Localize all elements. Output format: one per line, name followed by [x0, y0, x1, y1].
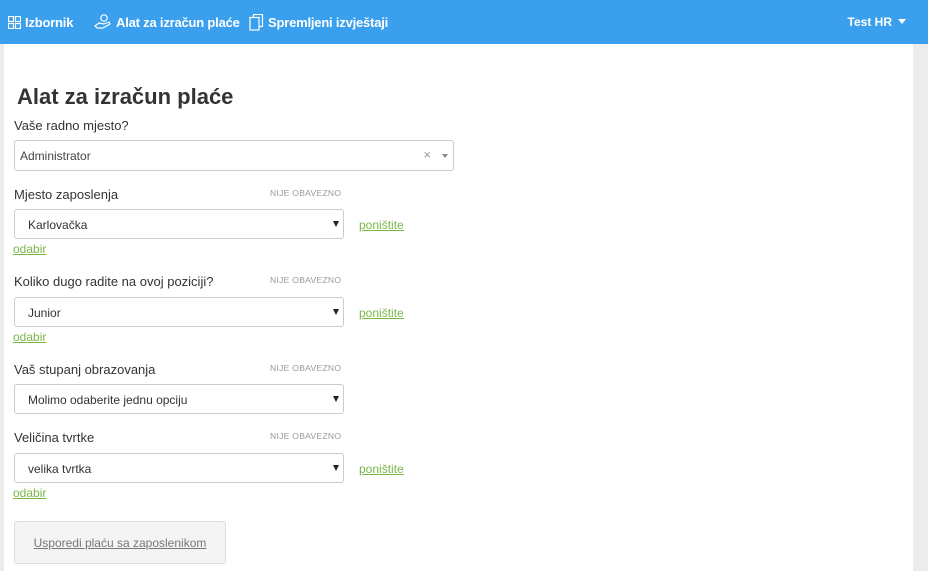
company-size-label: Veličina tvrtke [14, 430, 95, 445]
education-value: Molimo odaberite jednu opciju [28, 393, 188, 407]
user-menu[interactable]: Test HR [848, 0, 906, 44]
seniority-clear-link[interactable]: poništite [359, 306, 404, 320]
company-size-optional-note: NIJE OBAVEZNO [270, 431, 342, 441]
top-navbar: Izbornik Alat za izračun plaće Spremljen… [0, 0, 928, 44]
education-optional-note: NIJE OBAVEZNO [270, 363, 342, 373]
nav-calculator[interactable]: Alat za izračun plaće [94, 0, 240, 44]
nav-menu-label: Izbornik [25, 14, 74, 30]
nav-saved-reports[interactable]: Spremljeni izvještaji [249, 0, 388, 44]
documents-icon [249, 13, 264, 31]
seniority-select[interactable]: Junior [14, 297, 344, 327]
page-title: Alat za izračun plaće [17, 84, 234, 109]
location-value: Karlovačka [28, 218, 88, 232]
nav-saved-reports-label: Spremljeni izvještaji [268, 14, 389, 30]
chevron-down-icon [333, 309, 339, 315]
location-select[interactable]: Karlovačka [14, 209, 344, 239]
nav-menu[interactable]: Izbornik [8, 0, 73, 44]
seniority-value: Junior [28, 306, 61, 320]
clear-icon[interactable]: × [423, 148, 431, 162]
location-label: Mjesto zaposlenja [14, 187, 119, 202]
education-select[interactable]: Molimo odaberite jednu opciju [14, 384, 344, 414]
chevron-down-icon [442, 154, 448, 158]
company-size-value: velika tvrtka [28, 462, 92, 476]
seniority-optional-note: NIJE OBAVEZNO [270, 275, 342, 285]
grid-icon [8, 15, 21, 29]
seniority-selection-link[interactable]: odabir [13, 330, 46, 344]
education-label: Vaš stupanj obrazovanja [14, 362, 156, 377]
compare-salary-button[interactable]: Usporedi plaću sa zaposlenikom [14, 521, 226, 564]
seniority-label: Koliko dugo radite na ovoj poziciji? [14, 274, 214, 289]
location-clear-link[interactable]: poništite [359, 218, 404, 232]
chevron-down-icon [333, 465, 339, 471]
salary-hand-icon [94, 14, 111, 29]
company-size-select[interactable]: velika tvrtka [14, 453, 344, 483]
company-size-clear-link[interactable]: poništite [359, 462, 404, 476]
position-label: Vaše radno mjesto? [14, 118, 129, 133]
chevron-down-icon [333, 396, 339, 402]
location-optional-note: NIJE OBAVEZNO [270, 188, 342, 198]
chevron-down-icon [898, 18, 906, 24]
location-selection-link[interactable]: odabir [13, 242, 46, 256]
chevron-down-icon [333, 221, 339, 227]
company-size-selection-link[interactable]: odabir [13, 486, 46, 500]
main-panel: Alat za izračun plaće Vaše radno mjesto?… [4, 44, 913, 571]
nav-calculator-label: Alat za izračun plaće [116, 14, 240, 30]
position-select[interactable]: Administrator × [14, 140, 454, 171]
user-name: Test HR [847, 15, 892, 29]
position-value: Administrator [20, 149, 91, 163]
